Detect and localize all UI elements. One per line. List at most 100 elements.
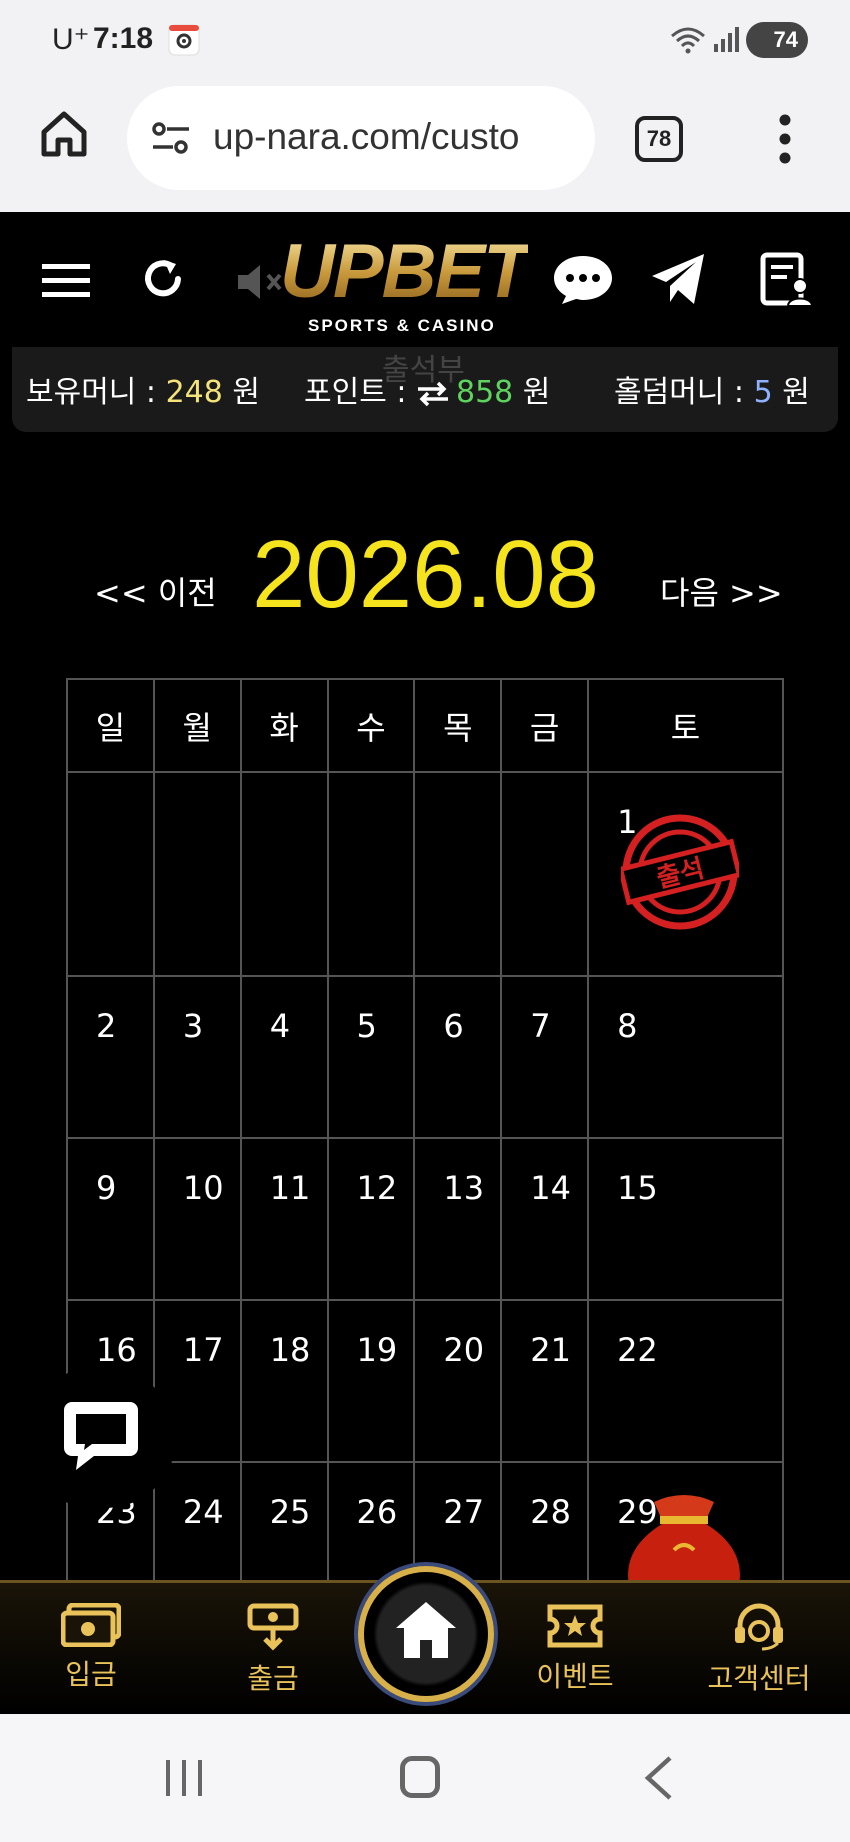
day-cell: 21	[500, 1299, 590, 1463]
url-text: up-nara.com/custo	[213, 116, 520, 157]
day-cell-attended[interactable]: 1 출석	[587, 771, 784, 977]
money-unit: 원	[222, 375, 260, 410]
chat-bubble-icon[interactable]	[552, 254, 614, 306]
day-cell	[500, 771, 590, 977]
holdem-balance[interactable]: 홀덤머니 : 5 원	[614, 367, 810, 411]
ticket-star-icon	[547, 1604, 603, 1648]
holdem-value: 5	[753, 375, 773, 410]
address-bar[interactable]: up-nara.com/custo	[127, 86, 595, 190]
recent-apps-icon[interactable]	[164, 1758, 204, 1798]
day-cell	[239, 771, 329, 977]
nav-deposit-label: 입금	[65, 1658, 117, 1691]
day-cell: 12	[326, 1137, 416, 1301]
chat-icon	[64, 1402, 138, 1470]
floating-chat-button[interactable]	[24, 1368, 176, 1508]
nav-home-button[interactable]	[358, 1566, 494, 1702]
day-cell: 13	[413, 1137, 503, 1301]
attendance-stamp-icon: 출석	[621, 814, 740, 930]
day-cell: 19	[326, 1299, 416, 1463]
logo-subtitle: SPORTS & CASINO	[308, 316, 496, 335]
day-cell: 4	[239, 975, 329, 1139]
weekday-sat: 토	[587, 678, 784, 773]
more-menu-icon[interactable]	[778, 114, 792, 164]
weekday-wed: 수	[326, 678, 416, 773]
sound-muted-icon[interactable]	[236, 262, 286, 302]
attendance-calendar: 일 월 화 수 목 금 토 1 출석 2 3 4 5 6 7 8 9 10 11…	[66, 678, 784, 1625]
site-header: UPBET SPORTS & CASINO	[0, 212, 850, 347]
point-balance[interactable]: 포인트 : 858 원	[304, 367, 550, 411]
money-balance[interactable]: 보유머니 : 248 원	[26, 367, 260, 411]
refresh-icon[interactable]	[140, 256, 186, 302]
day-cell	[152, 771, 242, 977]
holdem-label: 홀덤머니 :	[614, 375, 754, 410]
browser-home-icon[interactable]	[38, 108, 90, 160]
home-icon	[396, 1602, 456, 1658]
balance-bar: 출석부 보유머니 : 248 원 포인트 : 858 원 홀덤머니 : 5 원	[12, 347, 838, 432]
nav-withdraw[interactable]: 출금	[198, 1603, 348, 1697]
weekday-thu: 목	[413, 678, 503, 773]
prev-month-button[interactable]: << 이전	[94, 568, 217, 614]
calendar-week-row: 2 3 4 5 6 7 8	[66, 975, 784, 1139]
weekday-header-row: 일 월 화 수 목 금 토	[66, 678, 784, 773]
lucky-bag-icon[interactable]	[614, 1490, 754, 1590]
weekday-tue: 화	[239, 678, 329, 773]
site-settings-icon[interactable]	[151, 120, 191, 156]
day-cell: 6	[413, 975, 503, 1139]
deposit-icon	[61, 1603, 121, 1647]
hamburger-menu-icon[interactable]	[42, 262, 90, 300]
browser-toolbar: up-nara.com/custo 78	[0, 80, 850, 212]
signal-icon	[714, 27, 739, 52]
withdraw-icon	[247, 1603, 299, 1651]
nav-support-label: 고객센터	[707, 1662, 811, 1695]
holdem-unit: 원	[772, 375, 810, 410]
weekday-mon: 월	[152, 678, 242, 773]
day-cell: 10	[152, 1137, 242, 1301]
day-cell: 8	[587, 975, 784, 1139]
site-logo[interactable]: UPBET SPORTS & CASINO	[280, 229, 580, 336]
headset-icon	[735, 1603, 783, 1651]
clock: 7:18	[93, 22, 154, 55]
day-cell	[326, 771, 416, 977]
nav-withdraw-label: 출금	[247, 1662, 299, 1695]
back-icon[interactable]	[644, 1756, 674, 1800]
day-cell: 5	[326, 975, 416, 1139]
day-cell: 20	[413, 1299, 503, 1463]
logo-brand: UPBET	[280, 229, 530, 314]
point-unit: 원	[513, 375, 551, 410]
notice-board-icon[interactable]	[760, 252, 812, 308]
money-label: 보유머니 :	[26, 375, 166, 410]
tab-switcher-button[interactable]: 78	[635, 116, 683, 162]
point-label: 포인트 :	[304, 375, 416, 410]
money-value: 248	[165, 375, 223, 410]
day-cell: 18	[239, 1299, 329, 1463]
nav-event[interactable]: 이벤트	[500, 1603, 650, 1695]
calendar-navigation: << 이전 2026.08 다음 >>	[0, 500, 850, 628]
battery-level: 74	[773, 27, 798, 52]
battery-indicator: 74	[746, 22, 808, 58]
next-month-button[interactable]: 다음 >>	[660, 568, 783, 614]
exchange-icon[interactable]	[416, 381, 450, 407]
day-cell: 9	[66, 1137, 155, 1301]
carrier-label: U⁺	[52, 23, 90, 56]
nav-event-label: 이벤트	[536, 1660, 614, 1693]
point-value: 858	[455, 375, 514, 410]
weekday-sun: 일	[66, 678, 155, 773]
telegram-icon[interactable]	[650, 252, 706, 306]
weekday-fri: 금	[500, 678, 590, 773]
current-month: 2026.08	[252, 521, 600, 628]
day-cell: 3	[152, 975, 242, 1139]
day-cell	[413, 771, 503, 977]
system-nav-bar	[0, 1714, 850, 1842]
status-bar: U⁺ 7:18 74	[0, 0, 850, 80]
nav-support[interactable]: 고객센터	[684, 1603, 834, 1697]
day-cell: 22	[587, 1299, 784, 1463]
nav-deposit[interactable]: 입금	[16, 1603, 166, 1693]
system-home-icon[interactable]	[400, 1756, 440, 1798]
day-cell	[66, 771, 155, 977]
day-cell: 14	[500, 1137, 590, 1301]
day-cell: 15	[587, 1137, 784, 1301]
day-cell: 7	[500, 975, 590, 1139]
maps-notification-icon	[168, 24, 200, 56]
day-cell: 11	[239, 1137, 329, 1301]
day-cell: 2	[66, 975, 155, 1139]
